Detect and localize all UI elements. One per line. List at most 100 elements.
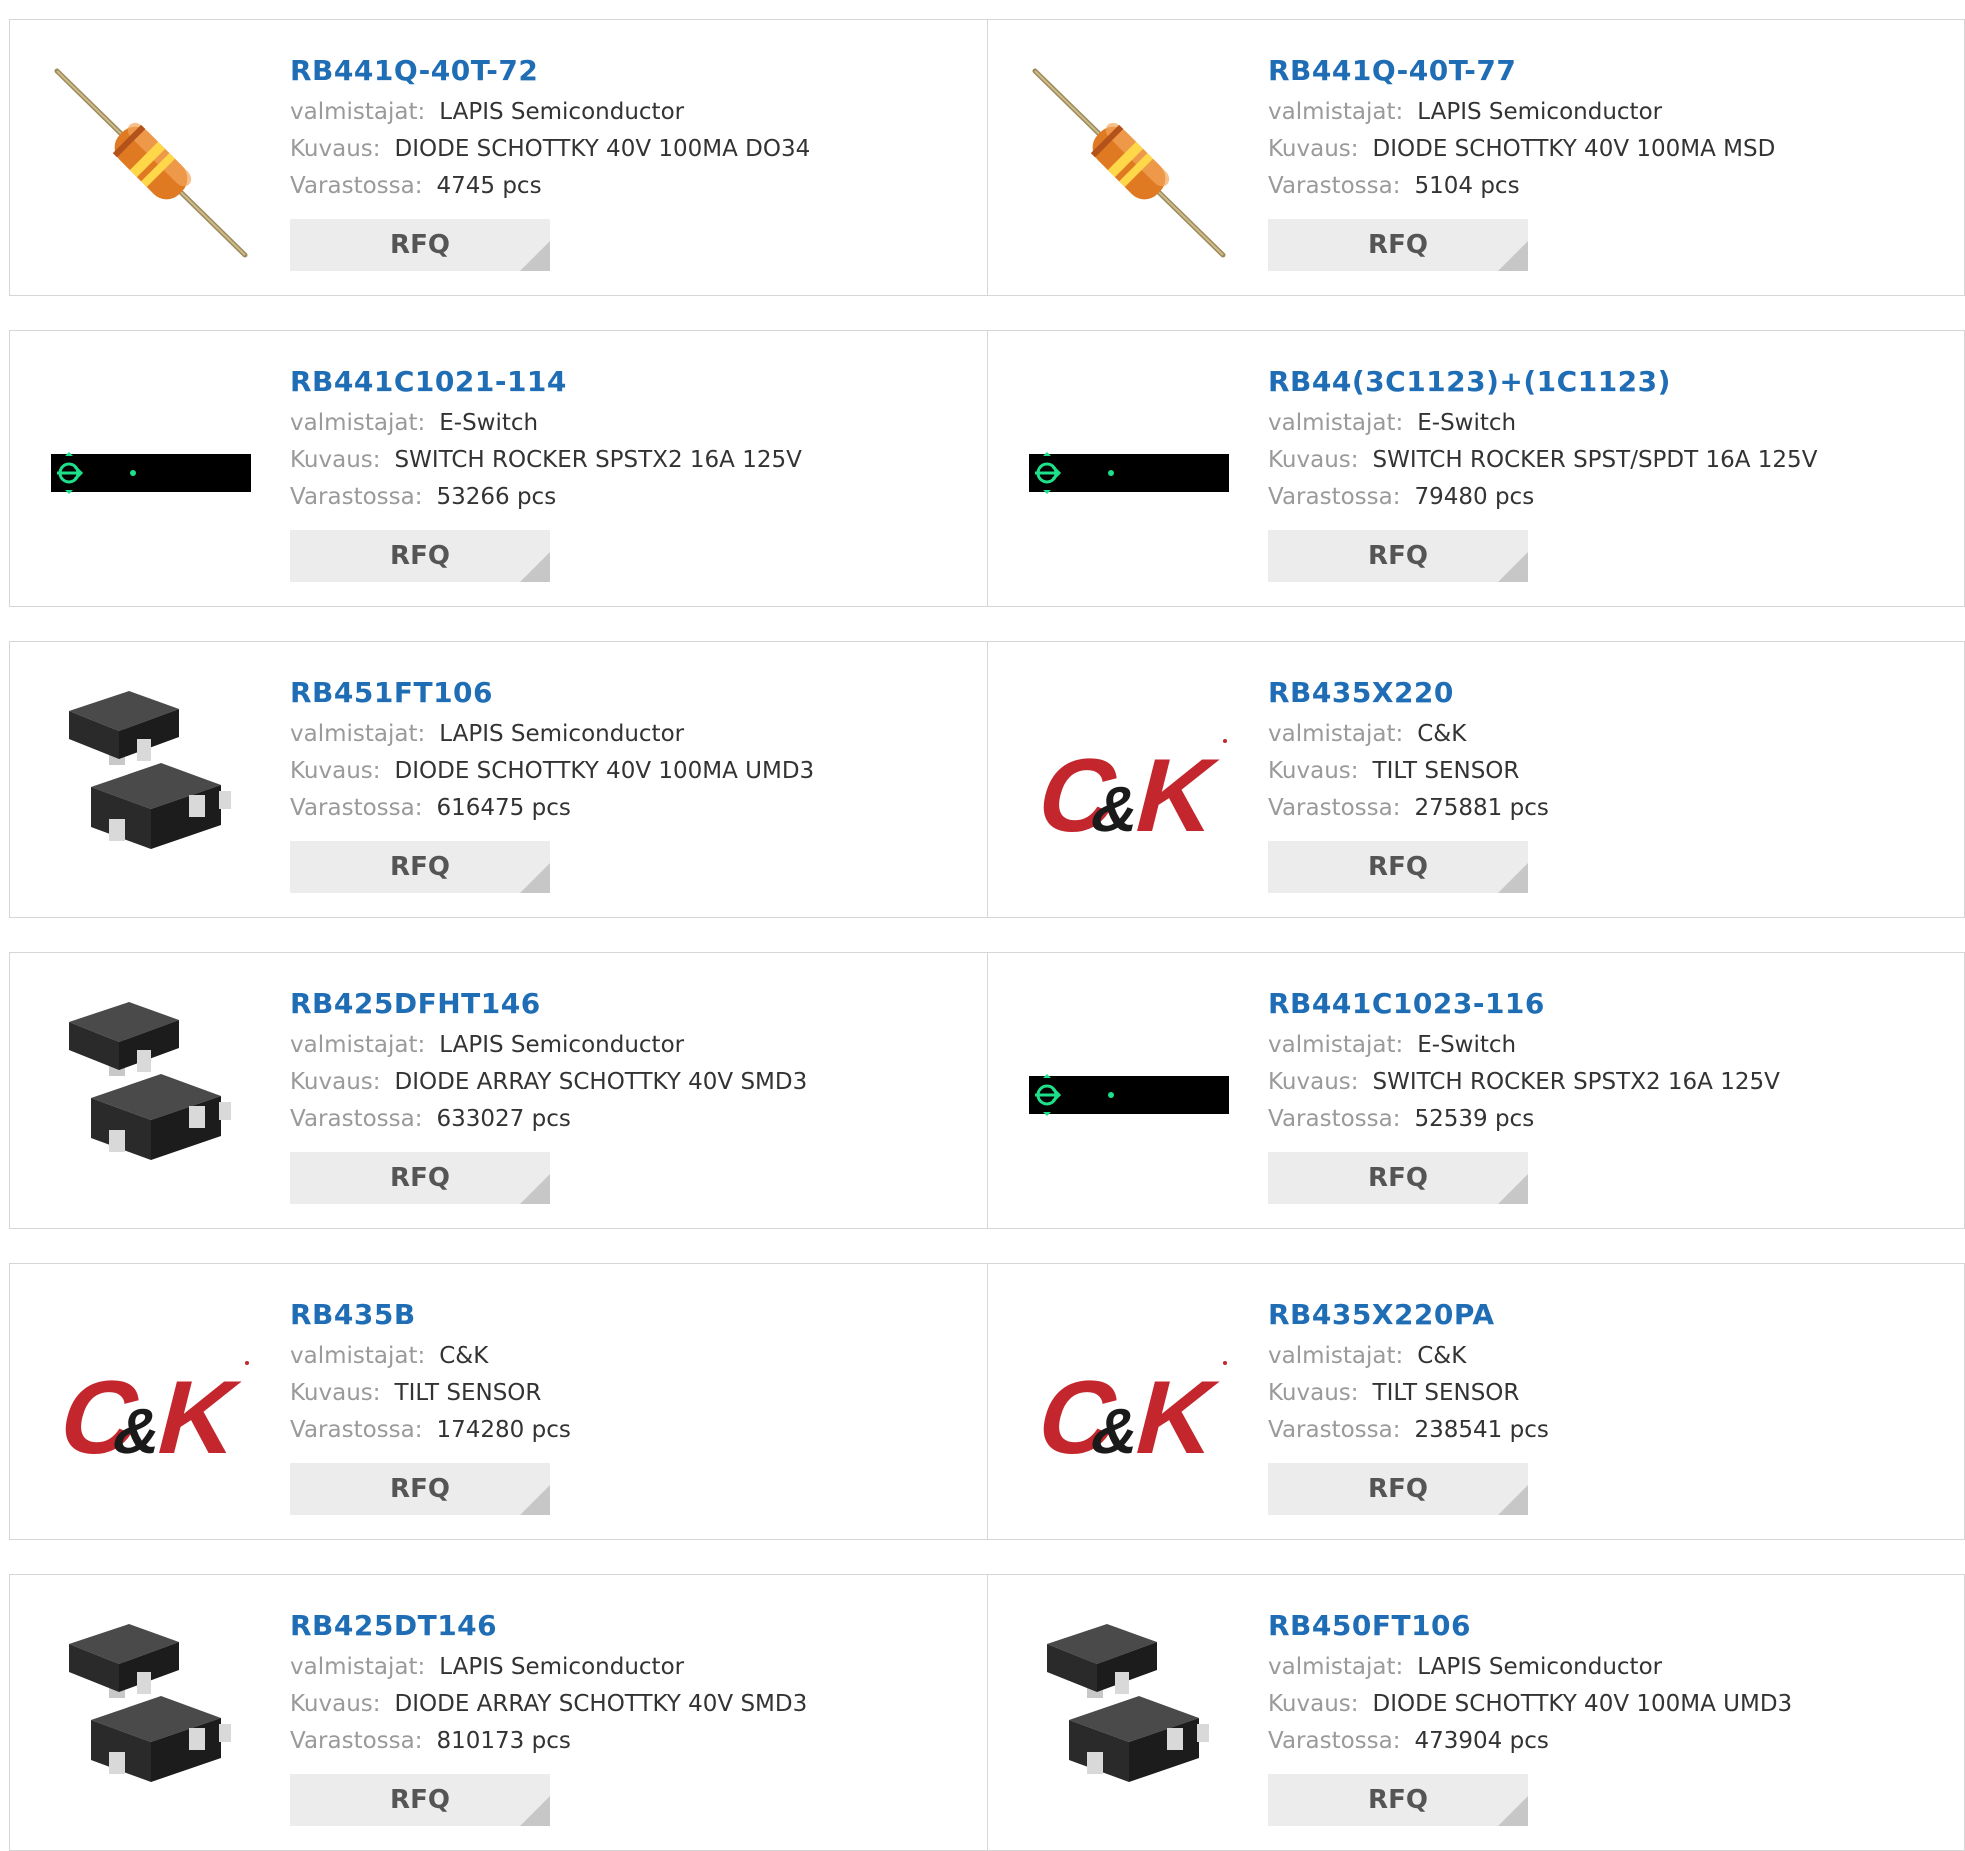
product-image[interactable]: C & K xyxy=(1026,1305,1229,1505)
manufacturer-row: valmistajat: E-Switch xyxy=(1268,1027,1780,1064)
manufacturer-value: LAPIS Semiconductor xyxy=(1417,99,1663,125)
manufacturer-row: valmistajat: LAPIS Semiconductor xyxy=(290,716,814,753)
manufacturer-value: LAPIS Semiconductor xyxy=(439,99,685,125)
rfq-label: RFQ xyxy=(390,1474,450,1504)
product-image[interactable] xyxy=(51,683,251,883)
product-image[interactable]: C & K xyxy=(48,1305,251,1505)
rfq-button[interactable]: RFQ xyxy=(290,219,550,271)
description-label: Kuvaus: xyxy=(290,1380,381,1406)
description-value: SWITCH ROCKER SPST/SPDT 16A 125V xyxy=(1372,447,1818,473)
rocker-switch-icon xyxy=(51,452,251,494)
stock-value: 473904 pcs xyxy=(1414,1728,1549,1754)
product-image[interactable] xyxy=(51,61,251,261)
corner-fold-icon xyxy=(1498,1485,1528,1515)
description-label: Kuvaus: xyxy=(1268,1691,1359,1717)
manufacturer-row: valmistajat: C&K xyxy=(1268,716,1549,753)
manufacturer-label: valmistajat: xyxy=(290,410,426,436)
product-image[interactable]: C & K xyxy=(1026,683,1229,883)
manufacturer-value: LAPIS Semiconductor xyxy=(1417,1654,1663,1680)
rfq-label: RFQ xyxy=(1368,541,1428,571)
product-image[interactable] xyxy=(1029,61,1229,261)
part-number-link[interactable]: RB435X220 xyxy=(1268,670,1549,716)
part-number-link[interactable]: RB435B xyxy=(290,1292,571,1338)
rfq-button[interactable]: RFQ xyxy=(290,1774,550,1826)
stock-label: Varastossa: xyxy=(1268,1106,1401,1132)
description-row: Kuvaus: DIODE SCHOTTKY 40V 100MA MSD xyxy=(1268,131,1775,168)
manufacturer-value: C&K xyxy=(439,1343,489,1369)
rfq-button[interactable]: RFQ xyxy=(1268,530,1528,582)
product-image[interactable] xyxy=(1029,1616,1229,1816)
part-number-link[interactable]: RB441C1021-114 xyxy=(290,359,802,405)
product-image[interactable] xyxy=(51,1616,251,1816)
description-label: Kuvaus: xyxy=(290,447,381,473)
manufacturer-value: LAPIS Semiconductor xyxy=(439,1032,685,1058)
product-image[interactable] xyxy=(51,994,251,1194)
smd-package-icon xyxy=(69,691,231,849)
part-number-link[interactable]: RB450FT106 xyxy=(1268,1603,1792,1649)
part-number-link[interactable]: RB425DFHT146 xyxy=(290,981,807,1027)
rfq-button[interactable]: RFQ xyxy=(1268,841,1528,893)
rfq-label: RFQ xyxy=(390,541,450,571)
ck-logo: C & K xyxy=(1026,1359,1228,1475)
stock-row: Varastossa: 174280 pcs xyxy=(290,1412,571,1449)
stock-row: Varastossa: 275881 pcs xyxy=(1268,790,1549,827)
stock-value: 53266 pcs xyxy=(436,484,557,510)
description-value: DIODE ARRAY SCHOTTKY 40V SMD3 xyxy=(394,1069,808,1095)
stock-value: 174280 pcs xyxy=(436,1417,571,1443)
stock-label: Varastossa: xyxy=(1268,173,1401,199)
description-value: SWITCH ROCKER SPSTX2 16A 125V xyxy=(394,447,802,473)
rfq-button[interactable]: RFQ xyxy=(1268,1774,1528,1826)
description-value: SWITCH ROCKER SPSTX2 16A 125V xyxy=(1372,1069,1780,1095)
description-row: Kuvaus: TILT SENSOR xyxy=(1268,753,1549,790)
description-row: Kuvaus: DIODE SCHOTTKY 40V 100MA UMD3 xyxy=(1268,1686,1792,1723)
manufacturer-label: valmistajat: xyxy=(290,1654,426,1680)
description-value: DIODE SCHOTTKY 40V 100MA UMD3 xyxy=(1372,1691,1793,1717)
product-info: RB425DFHT146 valmistajat: LAPIS Semicondu… xyxy=(290,981,807,1204)
manufacturer-value: LAPIS Semiconductor xyxy=(439,721,685,747)
part-number-link[interactable]: RB441Q-40T-77 xyxy=(1268,48,1775,94)
stock-label: Varastossa: xyxy=(290,795,423,821)
product-card: RB441Q-40T-77 valmistajat: LAPIS Semicond… xyxy=(987,19,1965,296)
product-info: RB435X220PA valmistajat: C&K Kuvaus: TILT … xyxy=(1268,1292,1549,1515)
product-image[interactable] xyxy=(1029,994,1229,1194)
part-number-link[interactable]: RB451FT106 xyxy=(290,670,814,716)
rfq-button[interactable]: RFQ xyxy=(1268,219,1528,271)
rfq-button[interactable]: RFQ xyxy=(1268,1152,1528,1204)
rfq-label: RFQ xyxy=(1368,1785,1428,1815)
part-number-link[interactable]: RB44(3C1123)+(1C1123) xyxy=(1268,359,1817,405)
rfq-button[interactable]: RFQ xyxy=(290,841,550,893)
rfq-button[interactable]: RFQ xyxy=(290,530,550,582)
stock-label: Varastossa: xyxy=(290,1106,423,1132)
manufacturer-label: valmistajat: xyxy=(1268,1032,1404,1058)
description-value: TILT SENSOR xyxy=(1372,1380,1520,1406)
description-row: Kuvaus: DIODE SCHOTTKY 40V 100MA DO34 xyxy=(290,131,810,168)
part-number-link[interactable]: RB441Q-40T-72 xyxy=(290,48,810,94)
description-label: Kuvaus: xyxy=(290,1069,381,1095)
description-label: Kuvaus: xyxy=(1268,1380,1359,1406)
stock-value: 52539 pcs xyxy=(1414,1106,1535,1132)
corner-fold-icon xyxy=(520,1796,550,1826)
description-row: Kuvaus: SWITCH ROCKER SPSTX2 16A 125V xyxy=(290,442,802,479)
manufacturer-label: valmistajat: xyxy=(290,1343,426,1369)
part-number-link[interactable]: RB441C1023-116 xyxy=(1268,981,1780,1027)
manufacturer-value: E-Switch xyxy=(1417,410,1517,436)
stock-row: Varastossa: 5104 pcs xyxy=(1268,168,1775,205)
rfq-label: RFQ xyxy=(1368,852,1428,882)
corner-fold-icon xyxy=(1498,863,1528,893)
manufacturer-row: valmistajat: C&K xyxy=(290,1338,571,1375)
product-image[interactable] xyxy=(51,372,251,572)
part-number-link[interactable]: RB425DT146 xyxy=(290,1603,807,1649)
product-info: RB450FT106 valmistajat: LAPIS Semiconduct… xyxy=(1268,1603,1792,1826)
manufacturer-row: valmistajat: LAPIS Semiconductor xyxy=(290,1027,807,1064)
stock-label: Varastossa: xyxy=(1268,1417,1401,1443)
manufacturer-value: LAPIS Semiconductor xyxy=(439,1654,685,1680)
corner-fold-icon xyxy=(520,241,550,271)
rfq-button[interactable]: RFQ xyxy=(290,1463,550,1515)
part-number-link[interactable]: RB435X220PA xyxy=(1268,1292,1549,1338)
stock-value: 275881 pcs xyxy=(1414,795,1549,821)
rfq-button[interactable]: RFQ xyxy=(290,1152,550,1204)
rfq-button[interactable]: RFQ xyxy=(1268,1463,1528,1515)
smd-package-icon xyxy=(69,1002,231,1160)
product-image[interactable] xyxy=(1029,372,1229,572)
smd-package-icon xyxy=(1047,1624,1209,1782)
